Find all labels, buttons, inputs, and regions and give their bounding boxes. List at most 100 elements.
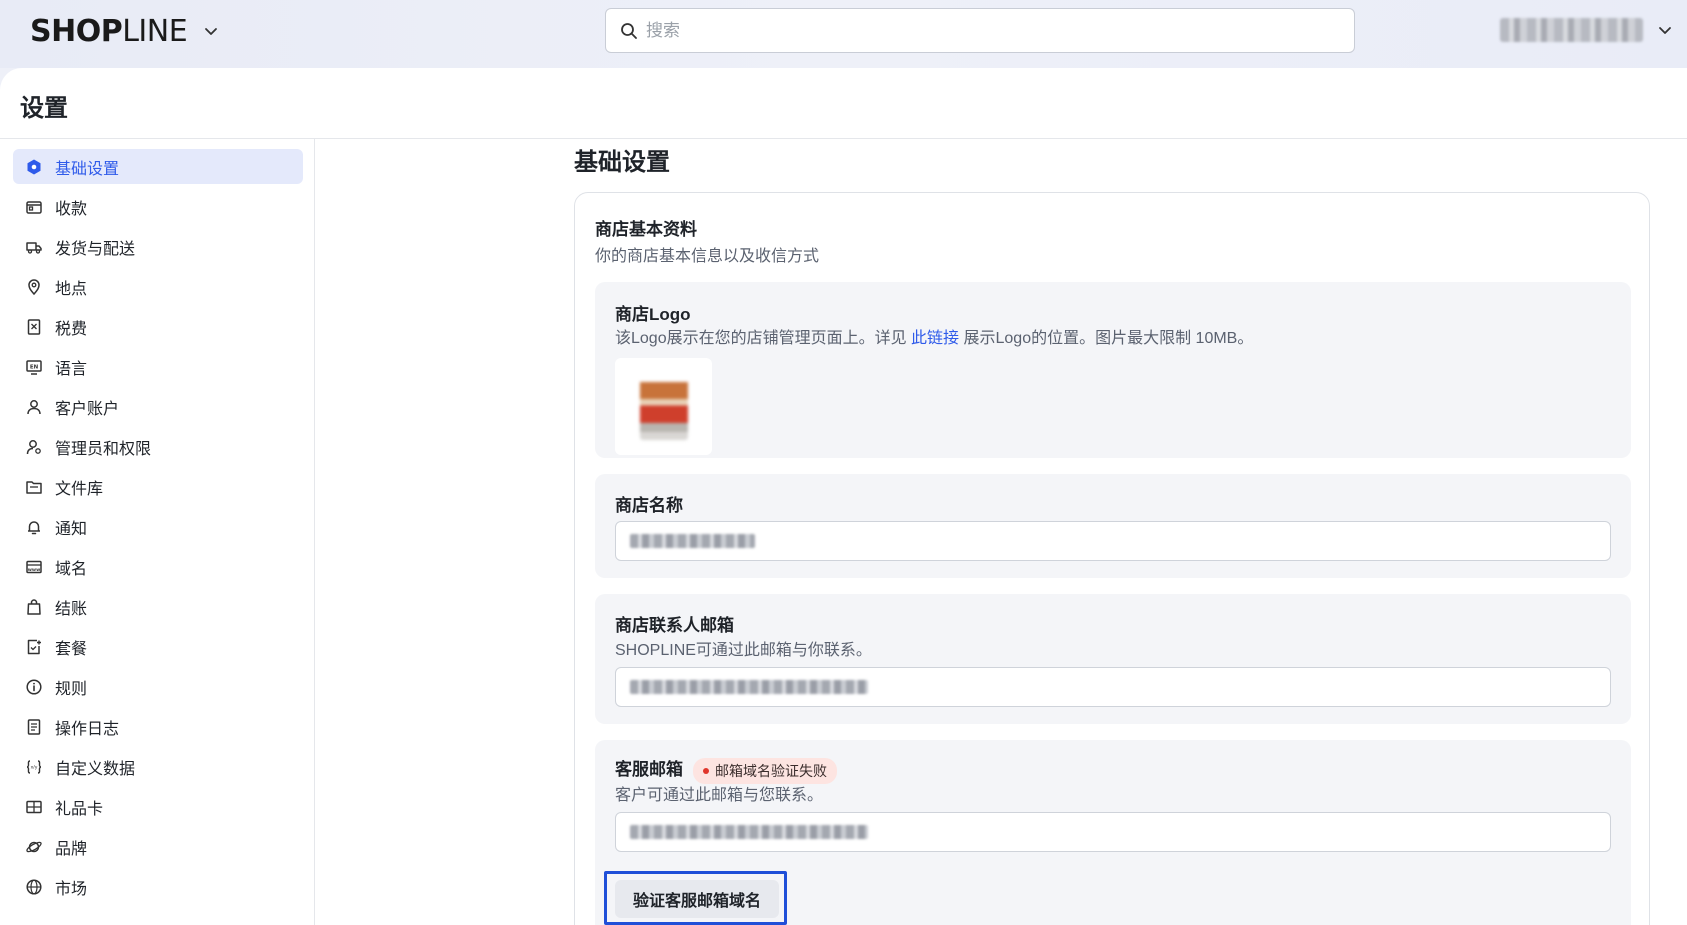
sidebar-item-label: 发货与配送 [55, 240, 136, 258]
shopping-bag-icon [25, 598, 43, 616]
sidebar-item-customer-accounts[interactable]: 客户账户 [13, 389, 303, 424]
sidebar-item-shipping[interactable]: 发货与配送 [13, 229, 303, 264]
log-document-icon [25, 718, 43, 736]
sidebar-item-label: 语言 [55, 360, 88, 378]
chevron-down-icon [1659, 27, 1671, 34]
svg-text:x/y: x/y [31, 764, 38, 770]
sidebar-item-label: 通知 [55, 520, 88, 538]
store-logo-image[interactable] [615, 358, 712, 455]
domain-www-icon: www [25, 558, 43, 576]
sidebar-item-markets[interactable]: 市场 [13, 869, 303, 904]
sidebar-item-plans[interactable]: 套餐 [13, 629, 303, 664]
sidebar-item-taxes[interactable]: 税费 [13, 309, 303, 344]
sidebar-item-policies[interactable]: 规则 [13, 669, 303, 704]
store-switcher[interactable]: SHOPLINE [30, 13, 219, 49]
globe-icon [25, 878, 43, 896]
error-dot-icon [703, 767, 709, 774]
store-profile-card: 商店基本资料 你的商店基本信息以及收信方式 商店Logo 该Logo展示在您的店… [574, 192, 1650, 925]
truck-icon [25, 238, 43, 256]
service-email-input[interactable] [615, 812, 1611, 852]
status-badge: 邮箱域名验证失败 [693, 757, 837, 784]
folder-icon [25, 478, 43, 496]
sidebar-item-label: 管理员和权限 [55, 440, 152, 458]
sidebar-item-gift-cards[interactable]: 礼品卡 [13, 789, 303, 824]
verify-button-highlight: 验证客服邮箱域名 [604, 871, 787, 925]
sidebar-item-checkout[interactable]: 结账 [13, 589, 303, 624]
sidebar-item-languages[interactable]: EN 语言 [13, 349, 303, 384]
divider [314, 139, 315, 925]
main-panel: 设置 基础设置 收款 发货与配送 地点 税费 EN 语言 客户账户 管理员和权限… [0, 68, 1687, 925]
store-logo-title: 商店Logo [615, 305, 691, 324]
search-icon [621, 22, 637, 39]
svg-text:www: www [28, 567, 40, 572]
tax-receipt-icon [25, 318, 43, 336]
sidebar-item-locations[interactable]: 地点 [13, 269, 303, 304]
sidebar-item-domains[interactable]: www 域名 [13, 549, 303, 584]
account-menu[interactable] [1500, 18, 1673, 42]
account-name-redacted [1500, 18, 1643, 42]
sidebar-item-label: 域名 [55, 560, 88, 578]
sidebar-item-label: 市场 [55, 880, 88, 898]
sidebar-item-label: 套餐 [55, 640, 88, 658]
logo-help-link[interactable]: 此链接 [911, 330, 959, 347]
sidebar-item-label: 礼品卡 [55, 800, 104, 818]
card-title: 商店基本资料 [595, 220, 697, 239]
input-value-redacted [630, 825, 868, 839]
custom-data-braces-icon: x/y [25, 758, 43, 776]
store-name-input[interactable] [615, 521, 1611, 561]
service-email-description: 客户可通过此邮箱与您联系。 [615, 787, 824, 804]
svg-text:EN: EN [30, 364, 39, 370]
verify-service-email-domain-button[interactable]: 验证客服邮箱域名 [615, 880, 779, 918]
shopline-logo: SHOPLINE [30, 13, 188, 49]
chevron-down-icon [205, 28, 218, 35]
sidebar-item-label: 税费 [55, 320, 88, 338]
card-subtitle: 你的商店基本信息以及收信方式 [595, 248, 820, 265]
input-value-redacted [630, 534, 755, 548]
sidebar-item-payments[interactable]: 收款 [13, 189, 303, 224]
section-title: 基础设置 [574, 149, 670, 176]
sidebar-item-label: 基础设置 [55, 160, 120, 178]
sidebar-item-label: 品牌 [55, 840, 88, 858]
sidebar-item-label: 客户账户 [55, 400, 120, 418]
admin-user-icon [25, 438, 43, 456]
gift-card-icon [25, 798, 43, 816]
page-title: 设置 [20, 95, 68, 122]
contact-email-section: 商店联系人邮箱 SHOPLINE可通过此邮箱与你联系。 [595, 594, 1631, 724]
plan-icon [25, 638, 43, 656]
sidebar-item-label: 文件库 [55, 480, 104, 498]
sidebar-item-label: 收款 [55, 200, 88, 218]
sidebar-item-brand[interactable]: 品牌 [13, 829, 303, 864]
sidebar-item-custom-data[interactable]: x/y 自定义数据 [13, 749, 303, 784]
info-icon [25, 678, 43, 696]
store-logo-description: 该Logo展示在您的店铺管理页面上。详见 此链接 展示Logo的位置。图片最大限… [615, 330, 1254, 347]
sidebar-item-activity-log[interactable]: 操作日志 [13, 709, 303, 744]
store-name-section: 商店名称 [595, 474, 1631, 578]
sidebar-item-admins[interactable]: 管理员和权限 [13, 429, 303, 464]
sidebar-item-label: 自定义数据 [55, 760, 136, 778]
service-email-title: 客服邮箱 邮箱域名验证失败 [615, 755, 837, 784]
sidebar-item-label: 地点 [55, 280, 88, 298]
contact-email-description: SHOPLINE可通过此邮箱与你联系。 [615, 642, 872, 659]
wallet-icon [25, 198, 43, 216]
language-en-icon: EN [25, 358, 43, 376]
settings-sidebar: 基础设置 收款 发货与配送 地点 税费 EN 语言 客户账户 管理员和权限 文件… [13, 149, 303, 909]
store-name-title: 商店名称 [615, 496, 683, 515]
sidebar-item-label: 规则 [55, 680, 88, 698]
location-pin-icon [25, 278, 43, 296]
top-bar: SHOPLINE [0, 0, 1687, 68]
search-input[interactable] [646, 9, 1354, 52]
sidebar-item-label: 操作日志 [55, 720, 120, 738]
sidebar-item-basic-settings[interactable]: 基础设置 [13, 149, 303, 184]
input-value-redacted [630, 680, 868, 694]
sidebar-item-label: 结账 [55, 600, 88, 618]
sidebar-item-files[interactable]: 文件库 [13, 469, 303, 504]
search-box[interactable] [605, 8, 1355, 53]
brand-planet-icon [25, 838, 43, 856]
sidebar-item-notifications[interactable]: 通知 [13, 509, 303, 544]
settings-hex-icon [25, 158, 43, 176]
bell-icon [25, 518, 43, 536]
contact-email-input[interactable] [615, 667, 1611, 707]
logo-image-redacted [639, 373, 688, 440]
divider [0, 138, 1687, 139]
store-logo-section: 商店Logo 该Logo展示在您的店铺管理页面上。详见 此链接 展示Logo的位… [595, 282, 1631, 458]
